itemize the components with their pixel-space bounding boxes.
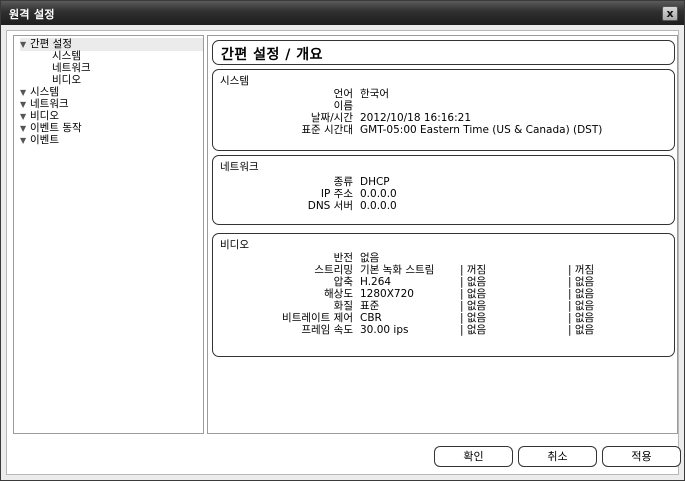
bitrate-control-col3: | 없음 bbox=[568, 312, 595, 324]
page-title: 간편 설정 / 개요 bbox=[221, 47, 324, 63]
field-label: 압축 bbox=[333, 276, 353, 288]
field-label: 화질 bbox=[333, 300, 353, 312]
field-label: 언어 bbox=[333, 88, 353, 100]
streaming-col3: | 꺼짐 bbox=[568, 264, 595, 276]
field-label: DNS 서버 bbox=[307, 200, 353, 212]
quality-col3: | 없음 bbox=[568, 300, 595, 312]
system-group: 시스템 언어 한국어 이름 날짜/시간 2012/10/18 16:16:21 … bbox=[212, 69, 675, 151]
title-bar: 원격 설정 x bbox=[1, 1, 684, 25]
frame-rate-col3: | 없음 bbox=[568, 324, 595, 336]
compression-value: H.264 bbox=[360, 276, 392, 288]
network-type-value: DHCP bbox=[360, 176, 390, 188]
field-label: 이름 bbox=[333, 100, 353, 112]
quality-value: 표준 bbox=[360, 300, 380, 312]
flip-value: 없음 bbox=[360, 252, 380, 264]
cancel-button[interactable]: 취소 bbox=[518, 446, 597, 467]
tree-item-label: 시스템 bbox=[30, 86, 59, 98]
field-label: 스트리밍 bbox=[314, 264, 353, 276]
tree-item-label: 비디오 bbox=[30, 110, 59, 122]
apply-button[interactable]: 적용 bbox=[602, 446, 681, 467]
tree-item-event[interactable]: ▼ 이벤트 bbox=[20, 134, 59, 147]
resolution-col2: | 없음 bbox=[460, 288, 487, 300]
tree-item-label: 시스템 bbox=[52, 50, 81, 62]
resolution-value: 1280X720 bbox=[360, 288, 414, 300]
field-label: 표준 시간대 bbox=[301, 124, 353, 136]
tree-item-label: 간편 설정 bbox=[30, 38, 72, 50]
compression-col2: | 없음 bbox=[460, 276, 487, 288]
bitrate-control-col2: | 없음 bbox=[460, 312, 487, 324]
streaming-value: 기본 녹화 스트림 bbox=[360, 264, 435, 276]
network-group: 네트워크 종류 DHCP IP 주소 0.0.0.0 DNS 서버 0.0.0.… bbox=[212, 155, 675, 225]
frame-rate-col2: | 없음 bbox=[460, 324, 487, 336]
datetime-value: 2012/10/18 16:16:21 bbox=[360, 112, 472, 124]
field-label: 종류 bbox=[333, 176, 353, 188]
ok-button[interactable]: 확인 bbox=[434, 446, 513, 467]
field-label: 프레임 속도 bbox=[301, 324, 353, 336]
tree-item-label: 네트워크 bbox=[30, 98, 69, 110]
expand-arrow-icon[interactable]: ▼ bbox=[20, 38, 30, 51]
ip-address-value: 0.0.0.0 bbox=[360, 188, 397, 200]
tree-item-quick-setup[interactable]: ▼ 간편 설정 bbox=[20, 38, 203, 51]
settings-tree: ▼ 간편 설정 시스템 네트워크 비디오 ▼ 시스템 ▼ 네트워크 ▼ 비디오 ▼ 이벤트… bbox=[13, 35, 204, 434]
field-label: 반전 bbox=[333, 252, 353, 264]
frame-rate-value: 30.00 ips bbox=[360, 324, 409, 336]
group-title: 비디오 bbox=[220, 239, 249, 251]
streaming-col2: | 꺼짐 bbox=[460, 264, 487, 276]
expand-arrow-icon[interactable]: ▼ bbox=[20, 134, 30, 147]
tree-item-label: 이벤트 bbox=[30, 134, 59, 146]
window-title: 원격 설정 bbox=[9, 8, 55, 21]
tree-item-label: 네트워크 bbox=[52, 62, 91, 74]
field-label: 날짜/시간 bbox=[310, 112, 353, 124]
overview-panel: 간편 설정 / 개요 시스템 언어 한국어 이름 날짜/시간 2012/10/1… bbox=[207, 35, 678, 434]
timezone-value: GMT-05:00 Eastern Time (US & Canada) (DS… bbox=[360, 124, 603, 136]
language-value: 한국어 bbox=[360, 88, 389, 100]
tree-item-label: 이벤트 동작 bbox=[30, 122, 82, 134]
bitrate-control-value: CBR bbox=[360, 312, 382, 324]
video-group: 비디오 반전 없음 스트리밍 기본 녹화 스트림 | 꺼짐 | 꺼짐 압축 H.… bbox=[212, 233, 675, 357]
compression-col3: | 없음 bbox=[568, 276, 595, 288]
field-label: 비트레이트 제어 bbox=[282, 312, 353, 324]
group-title: 네트워크 bbox=[220, 161, 259, 173]
content-area: ▼ 간편 설정 시스템 네트워크 비디오 ▼ 시스템 ▼ 네트워크 ▼ 비디오 ▼ 이벤트… bbox=[6, 30, 681, 475]
tree-item-label: 비디오 bbox=[52, 74, 81, 86]
quality-col2: | 없음 bbox=[460, 300, 487, 312]
page-title-box: 간편 설정 / 개요 bbox=[212, 40, 675, 65]
remote-settings-window: 원격 설정 x ▼ 간편 설정 시스템 네트워크 비디오 ▼ 시스템 ▼ 네트워크 bbox=[0, 0, 685, 481]
field-label: 해상도 bbox=[324, 288, 353, 300]
close-icon[interactable]: x bbox=[662, 6, 678, 21]
dns-server-value: 0.0.0.0 bbox=[360, 200, 397, 212]
resolution-col3: | 없음 bbox=[568, 288, 595, 300]
group-title: 시스템 bbox=[220, 75, 249, 87]
field-label: IP 주소 bbox=[320, 188, 353, 200]
